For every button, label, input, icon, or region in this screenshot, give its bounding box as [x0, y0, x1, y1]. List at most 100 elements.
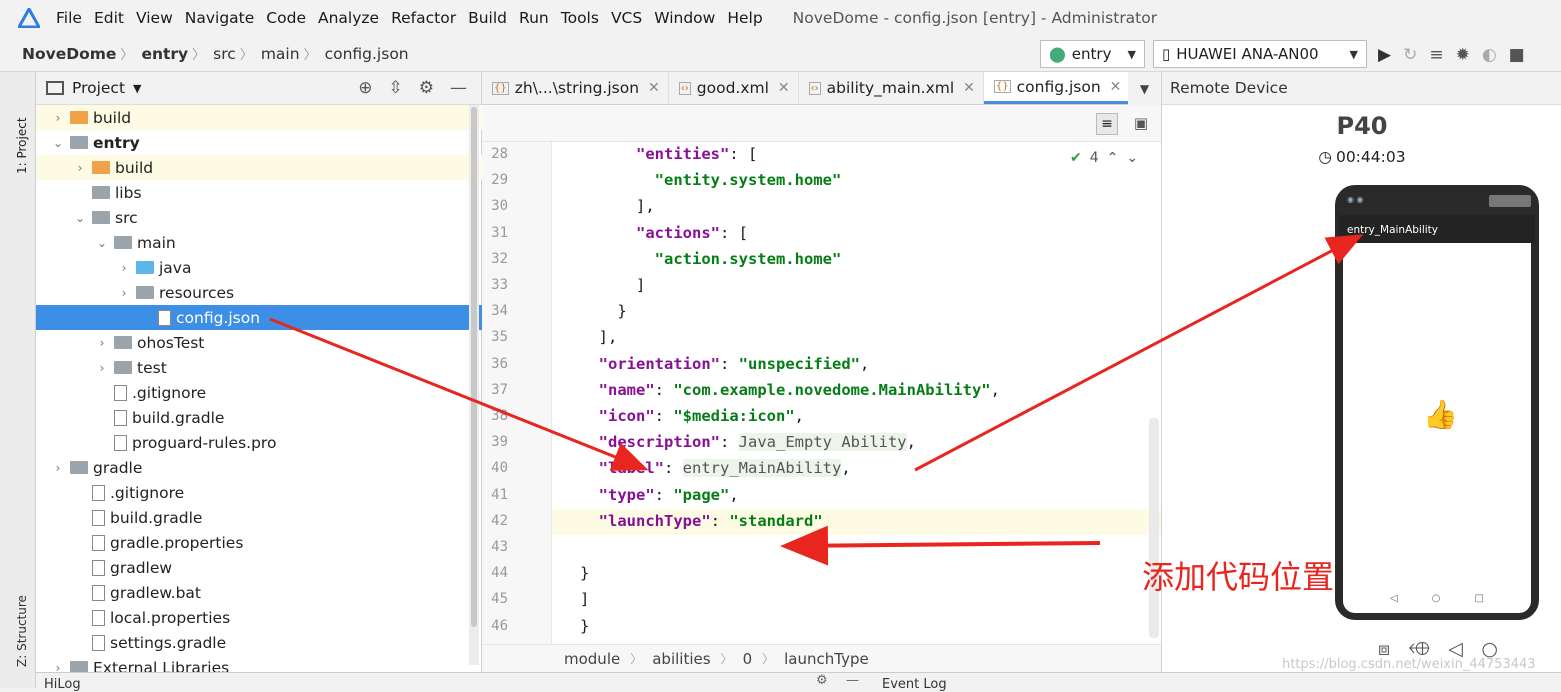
close-icon[interactable]: ✕	[648, 80, 660, 96]
tree-item[interactable]: settings.gradle	[36, 630, 482, 655]
breadcrumb-3[interactable]: main	[253, 45, 304, 63]
recents-icon[interactable]: □	[1474, 593, 1483, 604]
project-tool-tab[interactable]: 1: Project	[15, 84, 29, 174]
menu-build[interactable]: Build	[462, 9, 513, 27]
menu-edit[interactable]: Edit	[88, 9, 130, 27]
code-line: ],	[580, 328, 618, 346]
tree-item[interactable]: build.gradle	[36, 405, 482, 430]
editor-tab[interactable]: ‹› ability_main.xml ✕	[799, 72, 984, 104]
run-toolbar: ▶ ↻ ≡ ✹ ◐ ■	[1378, 42, 1561, 68]
back-icon[interactable]: ◁	[1390, 593, 1398, 604]
tree-item[interactable]: ⌄ entry	[36, 130, 482, 155]
menu-analyze[interactable]: Analyze	[312, 9, 385, 27]
close-icon[interactable]: ✕	[1110, 79, 1122, 95]
minimize-icon[interactable]: —	[846, 673, 859, 688]
tree-item[interactable]: › build	[36, 105, 482, 130]
tree-item[interactable]: .gitignore	[36, 480, 482, 505]
tree-item[interactable]: › gradle	[36, 455, 482, 480]
menu-view[interactable]: View	[130, 9, 179, 27]
inspection-widget[interactable]: ✔ 4 ⌃ ⌄	[1070, 150, 1138, 166]
minimize-icon[interactable]: —	[450, 78, 467, 98]
stop-icon[interactable]: ■	[1509, 45, 1525, 65]
breadcrumb-2[interactable]: src	[205, 45, 240, 63]
json-path-item[interactable]: launchType	[784, 650, 869, 668]
module-selector[interactable]: ⬤ entry ▼	[1040, 40, 1145, 68]
expand-chevron-icon[interactable]: ›	[50, 461, 66, 475]
menu-file[interactable]: File	[50, 9, 88, 27]
text-view-icon[interactable]: ≡	[1096, 113, 1118, 135]
editor-tab[interactable]: ‹› good.xml ✕	[669, 72, 799, 104]
project-panel-title[interactable]: Project	[72, 79, 125, 97]
expand-chevron-icon[interactable]: ›	[116, 286, 132, 300]
locate-icon[interactable]: ⊕	[358, 78, 372, 98]
breadcrumb-separator-icon: 〉	[120, 48, 134, 63]
event-log-tab[interactable]: Event Log	[882, 677, 947, 692]
home-icon[interactable]: ○	[1432, 593, 1441, 604]
expand-chevron-icon[interactable]: ›	[94, 336, 110, 350]
tab-list-chevron-icon[interactable]: ▼	[1128, 72, 1161, 105]
collapse-chevron-icon[interactable]: ⌄	[94, 236, 110, 250]
profile-icon[interactable]: ◐	[1482, 45, 1497, 65]
chevron-up-icon[interactable]: ⌃	[1107, 150, 1119, 166]
breadcrumb-0[interactable]: NoveDome	[14, 45, 120, 63]
breadcrumb-4[interactable]: config.json	[317, 45, 413, 63]
json-path-item[interactable]: abilities	[652, 650, 710, 668]
expand-chevron-icon[interactable]: ›	[116, 261, 132, 275]
json-path-item[interactable]: 0	[743, 650, 753, 668]
tree-item[interactable]: proguard-rules.pro	[36, 430, 482, 455]
menu-refactor[interactable]: Refactor	[385, 9, 462, 27]
menu-vcs[interactable]: VCS	[605, 9, 648, 27]
tree-item[interactable]: › java	[36, 255, 482, 280]
expand-chevron-icon[interactable]: ›	[94, 361, 110, 375]
hilog-tab[interactable]: HiLog	[44, 677, 81, 692]
structure-tool-tab[interactable]: Z: Structure	[15, 567, 29, 667]
chevron-down-icon[interactable]: ⌄	[1126, 150, 1138, 166]
tree-item[interactable]: › build	[36, 155, 482, 180]
chevron-down-icon[interactable]: ▼	[133, 82, 141, 95]
project-scrollbar[interactable]	[469, 105, 479, 665]
tree-item[interactable]: gradlew.bat	[36, 580, 482, 605]
menu-window[interactable]: Window	[648, 9, 721, 27]
tree-item[interactable]: gradlew	[36, 555, 482, 580]
scrollbar-thumb[interactable]	[471, 107, 477, 627]
menu-navigate[interactable]: Navigate	[179, 9, 261, 27]
debug-icon[interactable]: ✹	[1456, 45, 1470, 65]
tree-item[interactable]: ⌄ src	[36, 205, 482, 230]
menu-code[interactable]: Code	[260, 9, 312, 27]
tree-item[interactable]: .gitignore	[36, 380, 482, 405]
tree-item[interactable]: gradle.properties	[36, 530, 482, 555]
tree-item[interactable]: ⌄ main	[36, 230, 482, 255]
run-icon[interactable]: ▶	[1378, 45, 1391, 65]
run-with-coverage-icon[interactable]: ≡	[1429, 45, 1443, 65]
breadcrumb-1[interactable]: entry	[133, 45, 192, 63]
tree-item[interactable]: › ohosTest	[36, 330, 482, 355]
code-editor[interactable]: 28 29 30 31 32 33 34 35 36 37 38 39 40 41 42 43 44 45 46 "…	[482, 142, 1161, 644]
gear-icon[interactable]: ⚙	[816, 673, 828, 688]
device-selector[interactable]: ▯ HUAWEI ANA-AN00 ▼	[1153, 40, 1367, 68]
collapse-chevron-icon[interactable]: ⌄	[72, 211, 88, 225]
menu-help[interactable]: Help	[721, 9, 768, 27]
menu-tools[interactable]: Tools	[555, 9, 605, 27]
editor-tab[interactable]: {} config.json ✕	[983, 72, 1131, 104]
device-screen[interactable]: 👍 ◁ ○ □	[1343, 243, 1531, 613]
editor-scrollbar[interactable]	[1149, 418, 1159, 638]
tree-item[interactable]: › test	[36, 355, 482, 380]
close-icon[interactable]: ✕	[778, 80, 790, 96]
collapse-chevron-icon[interactable]: ⌄	[50, 136, 66, 150]
module-icon: ⬤	[1049, 45, 1066, 63]
json-path-item[interactable]: module	[564, 650, 620, 668]
tree-item[interactable]: libs	[36, 180, 482, 205]
expand-chevron-icon[interactable]: ›	[50, 111, 66, 125]
close-icon[interactable]: ✕	[963, 80, 975, 96]
tree-item[interactable]: config.json	[36, 305, 482, 330]
tree-item[interactable]: build.gradle	[36, 505, 482, 530]
expand-chevron-icon[interactable]: ›	[72, 161, 88, 175]
rerun-icon[interactable]: ↻	[1403, 45, 1417, 65]
image-preview-icon[interactable]: ▣	[1130, 113, 1152, 135]
editor-tab[interactable]: {} zh\...\string.json ✕	[482, 72, 669, 104]
tree-item[interactable]: local.properties	[36, 605, 482, 630]
gear-icon[interactable]: ⚙	[419, 78, 434, 98]
menu-run[interactable]: Run	[513, 9, 555, 27]
tree-item[interactable]: › resources	[36, 280, 482, 305]
collapse-all-icon[interactable]: ⇳	[389, 78, 403, 98]
